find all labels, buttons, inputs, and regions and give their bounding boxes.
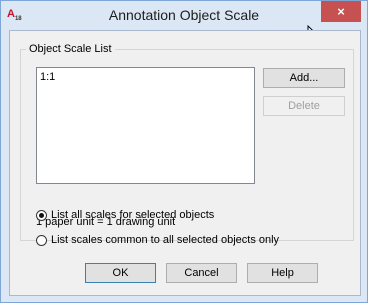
help-button[interactable]: Help — [247, 263, 318, 283]
close-button[interactable]: × — [321, 1, 361, 22]
ok-button[interactable]: OK — [85, 263, 156, 283]
cancel-button[interactable]: Cancel — [166, 263, 237, 283]
list-all-scales-option[interactable]: List all scales for selected objects — [36, 209, 214, 221]
dialog-title: Annotation Object Scale — [108, 7, 260, 23]
list-common-scales-option[interactable]: List scales common to all selected objec… — [36, 234, 279, 246]
list-all-scales-label: List all scales for selected objects — [51, 209, 215, 222]
dialog-window: A18 Annotation Object Scale × Object Sca… — [0, 0, 368, 303]
list-common-scales-label: List scales common to all selected objec… — [51, 234, 280, 247]
delete-button[interactable]: Delete — [263, 96, 345, 116]
object-scale-listbox[interactable]: 1:1 — [36, 67, 255, 184]
radio-selected-icon[interactable] — [36, 209, 47, 221]
object-scale-list-label: Object Scale List — [26, 43, 115, 55]
add-button[interactable]: Add... — [263, 68, 345, 88]
dialog-body: Object Scale List 1:1 Add... Delete 1 pa… — [9, 30, 361, 296]
list-item[interactable]: 1:1 — [40, 71, 55, 83]
radio-unselected-icon[interactable] — [36, 234, 47, 246]
